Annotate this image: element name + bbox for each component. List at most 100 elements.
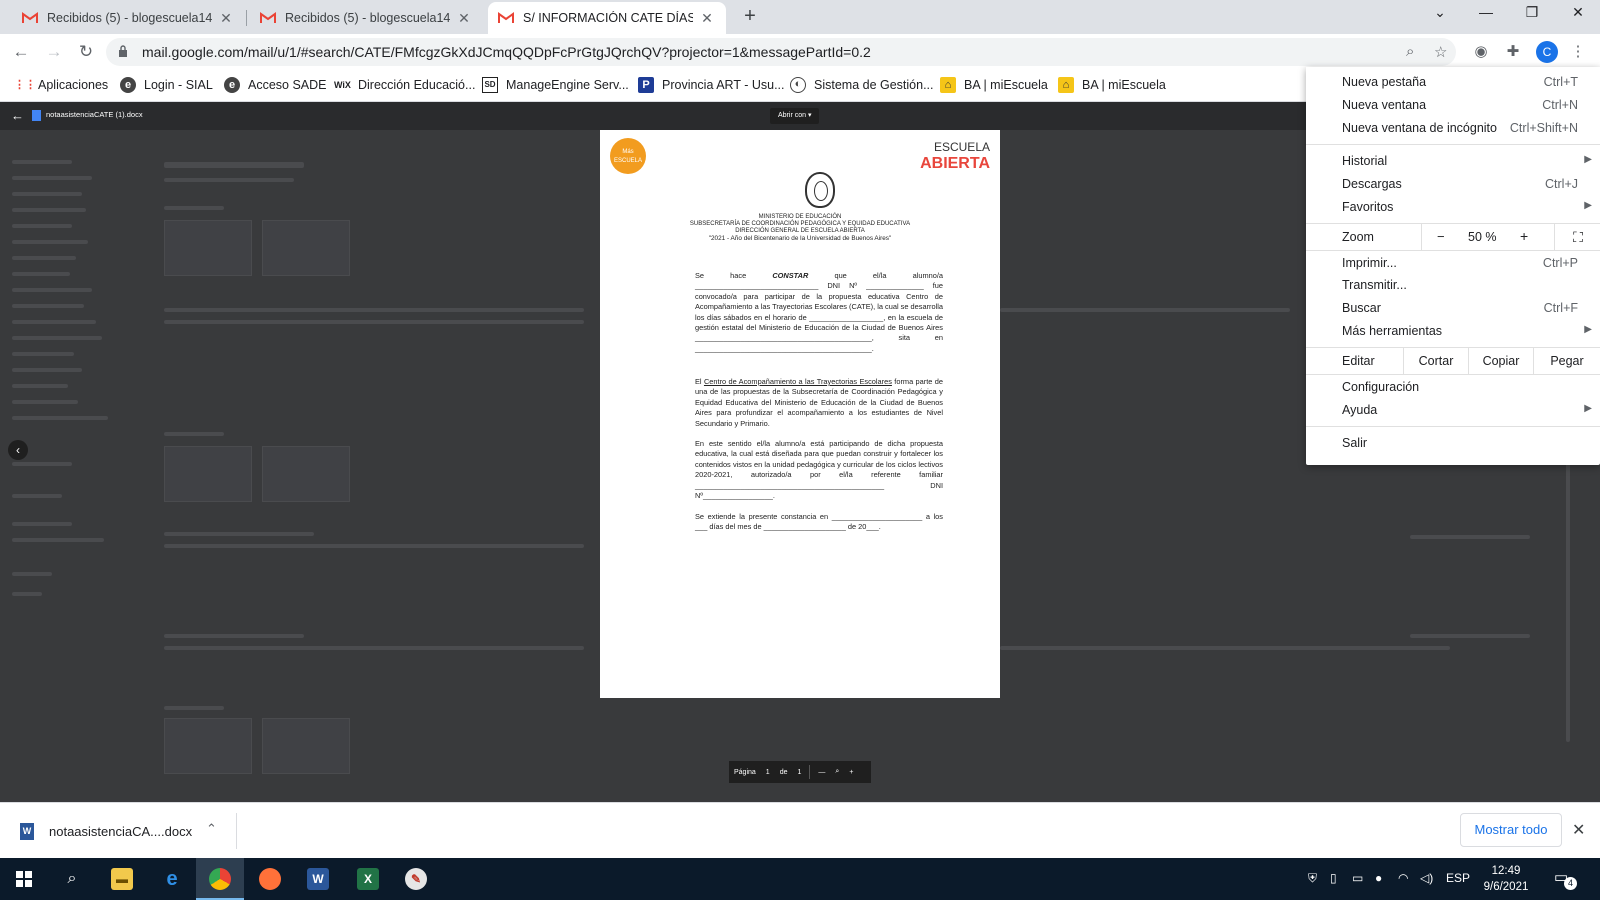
previous-attachment-button[interactable]: ‹ bbox=[8, 440, 28, 460]
firefox-icon[interactable] bbox=[246, 858, 294, 900]
language-indicator[interactable]: ESP bbox=[1446, 871, 1470, 885]
address-bar[interactable]: mail.google.com/mail/u/1/#search/CATE/FM… bbox=[106, 38, 1456, 66]
menu-shortcut: Ctrl+N bbox=[1542, 98, 1578, 112]
menu-item-exit[interactable]: Salir bbox=[1306, 432, 1600, 454]
app-tray-icon[interactable]: ● bbox=[1375, 871, 1382, 885]
bookmark-manageengine[interactable]: SD ManageEngine Serv... bbox=[482, 77, 629, 93]
bookmark-label: Sistema de Gestión... bbox=[814, 78, 934, 92]
menu-item-bookmarks[interactable]: Favoritos ▶ bbox=[1306, 196, 1600, 218]
close-window-button[interactable]: ✕ bbox=[1558, 4, 1598, 21]
menu-item-find[interactable]: Buscar Ctrl+F bbox=[1306, 297, 1600, 319]
wifi-tray-icon[interactable]: ◠ bbox=[1398, 871, 1408, 885]
zoom-minus-button[interactable]: − bbox=[1437, 229, 1445, 244]
chevron-up-icon[interactable]: ⌃ bbox=[206, 821, 217, 837]
excel-icon[interactable]: X bbox=[344, 858, 392, 900]
chrome-menu-icon[interactable]: ⋮ bbox=[1568, 42, 1588, 62]
viewer-back-icon[interactable]: ← bbox=[11, 108, 24, 123]
zoom-plus-button[interactable]: + bbox=[1520, 228, 1528, 244]
bookmark-sade[interactable]: e Acceso SADE bbox=[224, 77, 327, 93]
bookmark-apps[interactable]: ⋮⋮ Aplicaciones bbox=[14, 77, 108, 93]
tab-search-icon[interactable]: ⌄ bbox=[1420, 4, 1460, 21]
windows-start-icon[interactable] bbox=[0, 858, 48, 900]
clock[interactable]: 12:49 9/6/2021 bbox=[1476, 863, 1536, 895]
paste-button[interactable]: Pegar bbox=[1533, 348, 1600, 374]
menu-item-history[interactable]: Historial ▶ bbox=[1306, 150, 1600, 172]
menu-item-downloads[interactable]: Descargas Ctrl+J bbox=[1306, 173, 1600, 195]
bookmark-star-icon[interactable]: ☆ bbox=[1434, 43, 1447, 61]
page-controls: Página 1 de 1 — ⌕ + bbox=[729, 761, 871, 783]
tab-title: Recibidos (5) - blogescuela14de1 bbox=[285, 11, 450, 25]
forward-button[interactable]: → bbox=[43, 41, 65, 63]
menu-item-more-tools[interactable]: Más herramientas ▶ bbox=[1306, 320, 1600, 342]
wix-icon: WiX bbox=[334, 80, 351, 90]
bookmark-provincia-art[interactable]: P Provincia ART - Usu... bbox=[638, 77, 785, 93]
usb-tray-icon[interactable]: ▯ bbox=[1330, 871, 1337, 885]
restore-button[interactable]: ❐ bbox=[1512, 4, 1552, 21]
extensions-puzzle-icon[interactable]: ✚ bbox=[1503, 42, 1523, 62]
fullscreen-icon[interactable]: ⛶ bbox=[1554, 224, 1600, 250]
notification-count: 4 bbox=[1564, 877, 1577, 890]
menu-item-print[interactable]: Imprimir... Ctrl+P bbox=[1306, 252, 1600, 274]
minimize-button[interactable]: — bbox=[1466, 4, 1506, 20]
header-line-1: MINISTERIO DE EDUCACIÓN bbox=[758, 214, 842, 220]
back-button[interactable]: ← bbox=[10, 41, 32, 63]
extension-icon[interactable]: ◉ bbox=[1471, 42, 1491, 62]
edge-icon[interactable]: e bbox=[148, 858, 196, 900]
menu-shortcut: Ctrl+P bbox=[1542, 256, 1578, 270]
close-shelf-icon[interactable]: ✕ bbox=[1572, 820, 1585, 840]
paint-icon[interactable]: ✎ bbox=[392, 858, 440, 900]
word-icon[interactable]: W bbox=[294, 858, 342, 900]
bookmark-sistema-gestion[interactable]: ◐ Sistema de Gestión... bbox=[790, 77, 934, 93]
zoom-in-icon[interactable]: + bbox=[849, 769, 853, 776]
chrome-icon[interactable] bbox=[196, 858, 244, 900]
security-tray-icon[interactable]: ⛨ bbox=[1308, 871, 1317, 886]
manageengine-icon: SD bbox=[482, 77, 498, 93]
p1-rest: que el/la alumno/a _____________________… bbox=[695, 271, 943, 353]
show-all-downloads-button[interactable]: Mostrar todo bbox=[1460, 813, 1562, 847]
new-tab-button[interactable]: + bbox=[738, 5, 762, 28]
volume-tray-icon[interactable]: ◁) bbox=[1420, 871, 1433, 885]
tab-inbox-2[interactable]: Recibidos (5) - blogescuela14de1 ✕ bbox=[250, 2, 482, 34]
cut-button[interactable]: Cortar bbox=[1403, 348, 1468, 374]
bookmark-label: Provincia ART - Usu... bbox=[662, 78, 785, 92]
close-tab-icon[interactable]: ✕ bbox=[699, 10, 715, 27]
bookmark-direccion[interactable]: WiX Dirección Educació... bbox=[334, 77, 475, 93]
mas-escuela-logo: Más ESCUELA bbox=[610, 138, 646, 174]
menu-item-new-window[interactable]: Nueva ventana Ctrl+N bbox=[1306, 94, 1600, 116]
page-current[interactable]: 1 bbox=[766, 769, 770, 776]
submenu-arrow-icon: ▶ bbox=[1584, 324, 1592, 335]
browser-toolbar: ← → ↻ mail.google.com/mail/u/1/#search/C… bbox=[0, 34, 1600, 70]
open-with-button[interactable]: Abrir con ▾ bbox=[770, 108, 820, 124]
submenu-arrow-icon: ▶ bbox=[1584, 154, 1592, 165]
download-filename[interactable]: notaasistenciaCA....docx bbox=[49, 824, 192, 839]
bookmark-miescuela-1[interactable]: ⌂ BA | miEscuela bbox=[940, 77, 1048, 93]
escuela-logo-text: ESCUELA bbox=[933, 140, 990, 154]
bookmark-label: Dirección Educació... bbox=[358, 78, 476, 92]
bookmark-sial[interactable]: e Login - SIAL bbox=[120, 77, 213, 93]
zoom-icon[interactable]: ⌕ bbox=[1406, 43, 1414, 60]
tab-cate-info[interactable]: S/ INFORMACIÓN CATE DÍAS SÁ ✕ bbox=[488, 2, 726, 34]
search-icon[interactable]: ⌕ bbox=[48, 858, 96, 900]
file-explorer-icon[interactable]: ▬ bbox=[98, 858, 146, 900]
tab-inbox-1[interactable]: Recibidos (5) - blogescuela14de1 ✕ bbox=[12, 2, 244, 34]
copy-button[interactable]: Copiar bbox=[1468, 348, 1533, 374]
profile-avatar[interactable]: C bbox=[1536, 41, 1558, 63]
close-tab-icon[interactable]: ✕ bbox=[456, 10, 472, 27]
bookmark-miescuela-2[interactable]: ⌂ BA | miEscuela bbox=[1058, 77, 1166, 93]
p1-constar: CONSTAR bbox=[772, 271, 809, 280]
menu-item-settings[interactable]: Configuración bbox=[1306, 376, 1600, 398]
menu-item-new-tab[interactable]: Nueva pestaña Ctrl+T bbox=[1306, 71, 1600, 93]
menu-item-help[interactable]: Ayuda ▶ bbox=[1306, 399, 1600, 421]
abierta-logo-text: ABIERTA bbox=[920, 155, 990, 172]
word-file-icon: W bbox=[20, 823, 34, 840]
battery-tray-icon[interactable]: ▭ bbox=[1352, 871, 1363, 885]
reload-button[interactable]: ↻ bbox=[75, 41, 97, 63]
zoom-out-icon[interactable]: — bbox=[818, 769, 825, 776]
menu-label: Nueva pestaña bbox=[1342, 75, 1427, 89]
menu-item-cast[interactable]: Transmitir... bbox=[1306, 274, 1600, 296]
menu-item-incognito[interactable]: Nueva ventana de incógnito Ctrl+Shift+N bbox=[1306, 117, 1600, 139]
menu-label: Buscar bbox=[1342, 301, 1381, 315]
menu-label: Ayuda bbox=[1342, 403, 1378, 417]
close-tab-icon[interactable]: ✕ bbox=[218, 10, 234, 27]
notification-center-icon[interactable]: ▭ 4 bbox=[1554, 868, 1577, 890]
